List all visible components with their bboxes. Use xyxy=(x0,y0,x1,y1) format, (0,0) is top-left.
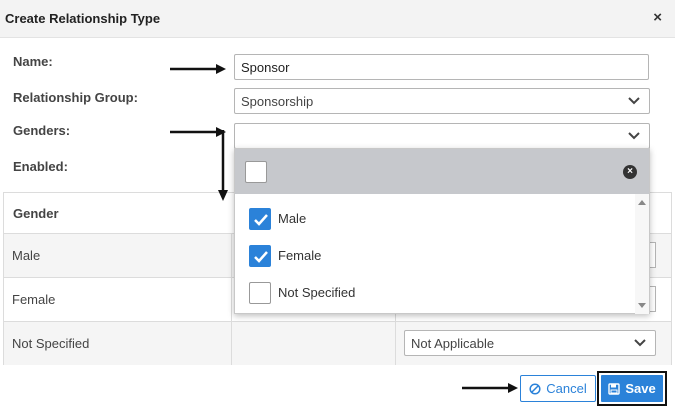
option-label: Male xyxy=(278,211,307,226)
relationship-group-select[interactable]: Sponsorship xyxy=(234,88,650,114)
name-input[interactable]: Sponsor xyxy=(234,54,649,80)
chevron-down-icon xyxy=(628,97,640,105)
applicability-value: Not Applicable xyxy=(411,335,495,351)
enabled-label: Enabled: xyxy=(13,159,68,174)
scroll-up-icon[interactable] xyxy=(638,200,646,205)
genders-select[interactable] xyxy=(234,123,650,149)
select-all-checkbox[interactable] xyxy=(245,161,267,183)
cancel-button-label: Cancel xyxy=(546,381,587,396)
option-label: Female xyxy=(278,248,322,263)
checkbox[interactable] xyxy=(249,245,271,267)
dropdown-scrollbar[interactable] xyxy=(635,194,649,314)
checkbox[interactable] xyxy=(249,208,271,230)
checkbox[interactable] xyxy=(249,282,271,304)
save-button[interactable]: Save xyxy=(601,375,663,402)
dropdown-option-female[interactable]: Female xyxy=(235,237,635,274)
dialog-title: Create Relationship Type xyxy=(5,11,161,26)
close-icon[interactable]: × xyxy=(653,9,662,26)
genders-label: Genders: xyxy=(13,123,71,138)
dialog-header: Create Relationship Type × xyxy=(0,0,675,38)
save-button-highlight: Save xyxy=(597,371,667,406)
applicability-select[interactable]: Not Applicable xyxy=(404,330,656,356)
grid-cell-gender: Male xyxy=(12,248,41,263)
dropdown-header: × xyxy=(235,149,649,194)
name-input-value: Sponsor xyxy=(241,59,290,75)
scroll-down-icon[interactable] xyxy=(638,303,646,308)
relationship-group-label: Relationship Group: xyxy=(13,90,138,105)
chevron-down-icon xyxy=(634,339,646,347)
relationship-group-value: Sponsorship xyxy=(241,93,314,109)
grid-divider xyxy=(231,234,232,277)
genders-dropdown[interactable]: × Male Female Not Specified xyxy=(234,148,650,314)
grid-divider xyxy=(231,278,232,321)
grid-cell-gender: Not Specified xyxy=(12,336,90,351)
check-icon xyxy=(254,251,268,263)
cancel-button[interactable]: Cancel xyxy=(520,375,596,402)
floppy-disk-icon xyxy=(608,382,621,395)
arrow-right-icon xyxy=(170,64,226,74)
grid-header-gender: Gender xyxy=(13,206,59,221)
dropdown-option-not-specified[interactable]: Not Specified xyxy=(235,274,635,311)
circle-x-icon[interactable]: × xyxy=(623,165,637,179)
name-label: Name: xyxy=(13,54,53,69)
chevron-down-icon xyxy=(628,132,640,140)
ban-icon xyxy=(529,382,541,395)
arrow-down-icon xyxy=(218,130,228,201)
grid-divider xyxy=(231,322,232,365)
save-button-label: Save xyxy=(625,381,656,396)
grid-cell-gender: Female xyxy=(12,292,56,307)
table-row: Not Specified Not Applicable xyxy=(4,322,671,365)
dropdown-option-male[interactable]: Male xyxy=(235,200,635,237)
grid-divider xyxy=(395,322,396,365)
arrow-right-icon xyxy=(462,383,518,393)
option-label: Not Specified xyxy=(278,285,356,300)
check-icon xyxy=(254,214,268,226)
